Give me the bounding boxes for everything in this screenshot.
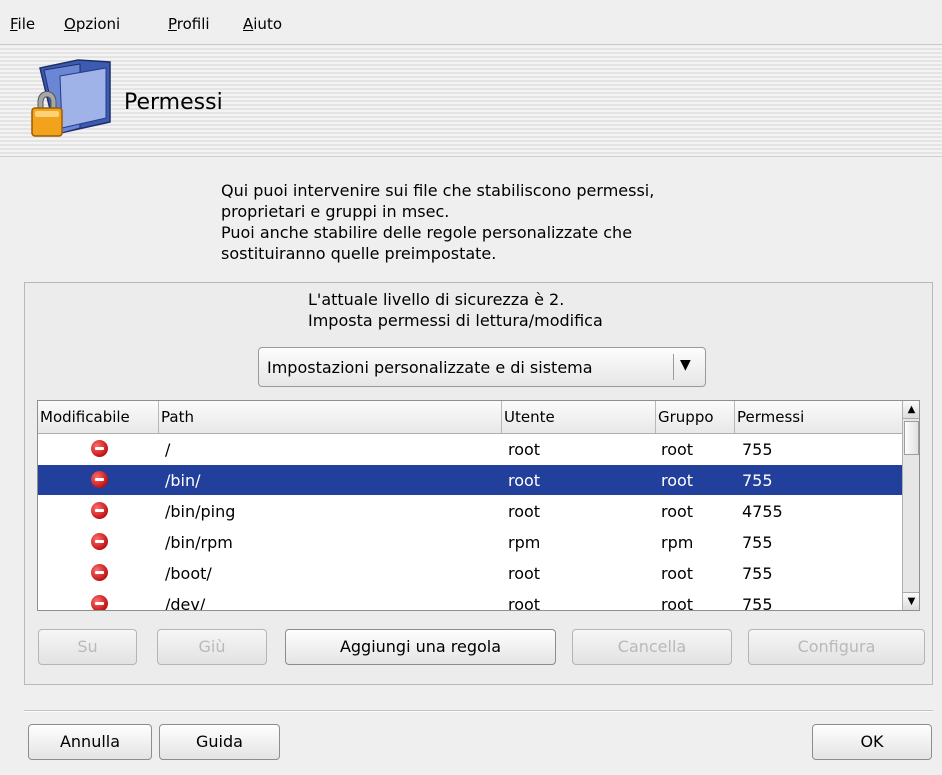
table-row[interactable]: /bin/ping root root 4755 <box>38 496 902 526</box>
column-header-modificabile[interactable]: Modificabile <box>38 401 159 433</box>
scroll-down-icon[interactable]: ▼ <box>903 592 919 610</box>
no-entry-icon <box>91 595 108 610</box>
cell-path: /dev/ <box>165 595 206 611</box>
help-button[interactable]: Guida <box>159 724 280 760</box>
cell-user: root <box>508 440 541 459</box>
delete-button[interactable]: Cancella <box>572 629 732 665</box>
column-header-permessi[interactable]: Permessi <box>735 401 902 433</box>
no-entry-icon <box>91 564 108 581</box>
combo-separator <box>673 354 674 380</box>
cell-user: root <box>508 564 541 583</box>
intro-line: proprietari e gruppi in msec. <box>221 202 450 221</box>
no-entry-icon <box>91 502 108 519</box>
security-level-text: L'attuale livello di sicurezza è 2. Impo… <box>308 289 603 331</box>
page-title: Permessi <box>124 90 223 115</box>
intro-line: Qui puoi intervenire sui file che stabil… <box>221 181 655 200</box>
table-row[interactable]: / root root 755 <box>38 434 902 464</box>
column-header-utente[interactable]: Utente <box>502 401 656 433</box>
scroll-up-icon[interactable]: ▲ <box>903 401 919 419</box>
move-up-button[interactable]: Su <box>38 629 137 665</box>
intro-line: Puoi anche stabilire delle regole person… <box>221 223 633 242</box>
no-entry-icon <box>91 471 108 488</box>
menu-aiuto[interactable]: Aiuto <box>243 15 282 33</box>
ok-button[interactable]: OK <box>812 724 932 760</box>
cell-permissions: 755 <box>742 471 773 490</box>
security-level-line: L'attuale livello di sicurezza è 2. <box>308 290 565 309</box>
cell-group: root <box>661 564 694 583</box>
header-banner: Permessi <box>0 46 942 157</box>
menu-file[interactable]: File <box>10 15 35 33</box>
permissions-table: Modificabile Path Utente Gruppo Permessi… <box>37 400 920 611</box>
cell-group: rpm <box>661 533 694 552</box>
folder-lock-icon <box>31 59 111 137</box>
intro-line: sostituiranno quelle preimpostate. <box>221 244 497 263</box>
configure-button[interactable]: Configura <box>748 629 925 665</box>
add-rule-button[interactable]: Aggiungi una regola <box>285 629 556 665</box>
cell-group: root <box>661 440 694 459</box>
menu-bar: File Opzioni Profili Aiuto <box>0 0 942 45</box>
chevron-down-icon: ▼ <box>680 357 691 373</box>
cell-group: root <box>661 502 694 521</box>
cell-user: root <box>508 471 541 490</box>
cell-permissions: 755 <box>742 595 773 611</box>
cell-path: /bin/ <box>165 471 201 490</box>
no-entry-icon <box>91 533 108 550</box>
cell-path: /boot/ <box>165 564 212 583</box>
column-header-path[interactable]: Path <box>159 401 502 433</box>
security-level-subtitle: Imposta permessi di lettura/modifica <box>308 311 603 330</box>
intro-text: Qui puoi intervenire sui file che stabil… <box>221 180 654 264</box>
move-down-button[interactable]: Giù <box>157 629 267 665</box>
cell-path: / <box>165 440 171 459</box>
cell-user: root <box>508 595 541 611</box>
cell-user: rpm <box>508 533 541 552</box>
cell-path: /bin/rpm <box>165 533 233 552</box>
table-header: Modificabile Path Utente Gruppo Permessi <box>38 401 902 434</box>
cancel-button[interactable]: Annulla <box>28 724 152 760</box>
filter-selected-value: Impostazioni personalizzate e di sistema <box>267 358 593 377</box>
table-row[interactable]: /bin/rpm rpm rpm 755 <box>38 527 902 557</box>
table-row[interactable]: /dev/ root root 755 <box>38 589 902 611</box>
cell-path: /bin/ping <box>165 502 236 521</box>
cell-permissions: 755 <box>742 564 773 583</box>
table-row[interactable]: /boot/ root root 755 <box>38 558 902 588</box>
scrollbar-thumb[interactable] <box>904 421 919 455</box>
cell-permissions: 755 <box>742 533 773 552</box>
cell-permissions: 755 <box>742 440 773 459</box>
table-row-selected[interactable]: /bin/ root root 755 <box>38 465 902 495</box>
cell-group: root <box>661 595 694 611</box>
menu-opzioni[interactable]: Opzioni <box>64 15 120 33</box>
divider-highlight <box>24 711 933 712</box>
column-header-gruppo[interactable]: Gruppo <box>656 401 735 433</box>
cell-user: root <box>508 502 541 521</box>
cell-group: root <box>661 471 694 490</box>
vertical-scrollbar[interactable]: ▲ ▼ <box>902 401 919 610</box>
cell-permissions: 4755 <box>742 502 783 521</box>
menu-profili[interactable]: Profili <box>168 15 210 33</box>
filter-combobox[interactable]: Impostazioni personalizzate e di sistema… <box>258 347 706 387</box>
no-entry-icon <box>91 440 108 457</box>
